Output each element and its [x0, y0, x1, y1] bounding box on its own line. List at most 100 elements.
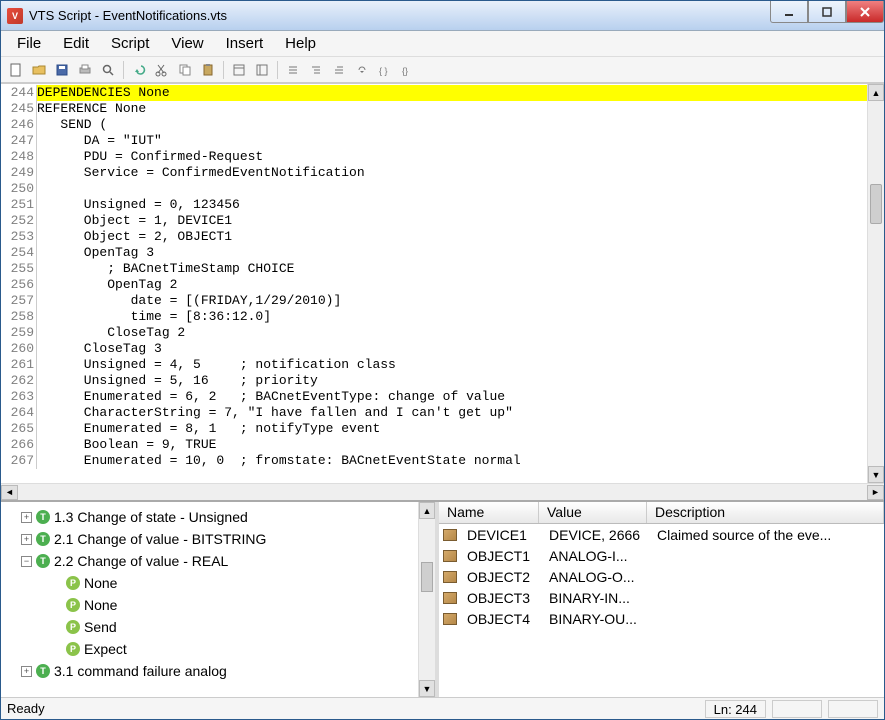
editor-vscroll[interactable]: ▲ ▼	[867, 84, 884, 483]
tree-label: 1.3 Change of state - Unsigned	[54, 509, 248, 525]
table-row[interactable]: OBJECT3BINARY-IN...	[439, 587, 884, 608]
code-line[interactable]: Service = ConfirmedEventNotification	[37, 165, 867, 181]
print-icon[interactable]	[74, 59, 96, 81]
collapse-icon[interactable]	[21, 556, 32, 567]
code-line[interactable]: Boolean = 9, TRUE	[37, 437, 867, 453]
tree-item[interactable]: PSend	[51, 616, 416, 638]
tree-item[interactable]: T2.1 Change of value - BITSTRING	[21, 528, 416, 550]
paste-icon[interactable]	[197, 59, 219, 81]
code-line[interactable]: Unsigned = 0, 123456	[37, 197, 867, 213]
minimize-button[interactable]	[770, 1, 808, 23]
new-icon[interactable]	[5, 59, 27, 81]
scroll-up-icon[interactable]: ▲	[868, 84, 884, 101]
code-line[interactable]: Unsigned = 4, 5 ; notification class	[37, 357, 867, 373]
code-line[interactable]: DA = "IUT"	[37, 133, 867, 149]
cell-desc: Claimed source of the eve...	[649, 526, 884, 544]
table-row[interactable]: OBJECT2ANALOG-O...	[439, 566, 884, 587]
table-body[interactable]: DEVICE1DEVICE, 2666Claimed source of the…	[439, 524, 884, 697]
tree-item[interactable]: P None	[51, 572, 416, 594]
menu-script[interactable]: Script	[101, 32, 159, 55]
tree-item[interactable]: T2.2 Change of value - REAL	[21, 550, 416, 572]
menu-edit[interactable]: Edit	[53, 32, 99, 55]
code-line[interactable]: Object = 1, DEVICE1	[37, 213, 867, 229]
find-icon[interactable]	[97, 59, 119, 81]
code-line[interactable]: DEPENDENCIES None	[37, 85, 867, 101]
titlebar[interactable]: V VTS Script - EventNotifications.vts	[1, 1, 884, 31]
table-row[interactable]: OBJECT1ANALOG-I...	[439, 545, 884, 566]
cell-value: ANALOG-I...	[541, 547, 649, 565]
tool-b-icon[interactable]	[251, 59, 273, 81]
code-line[interactable]: Unsigned = 5, 16 ; priority	[37, 373, 867, 389]
code-line[interactable]	[37, 181, 867, 197]
code-content[interactable]: DEPENDENCIES NoneREFERENCE None SEND ( D…	[37, 84, 867, 483]
tree-pane: T 1.3 Change of state - Unsigned T2.1 Chan…	[1, 502, 439, 697]
tool-a-icon[interactable]	[228, 59, 250, 81]
col-name[interactable]: Name	[439, 502, 539, 523]
expand-icon[interactable]	[21, 666, 32, 677]
code-line[interactable]: Enumerated = 10, 0 ; fromstate: BACnetEv…	[37, 453, 867, 469]
scroll-down-icon[interactable]: ▼	[419, 680, 435, 697]
close-button[interactable]	[846, 1, 884, 23]
code-line[interactable]: SEND (	[37, 117, 867, 133]
part-icon: P	[66, 598, 80, 612]
table-row[interactable]: DEVICE1DEVICE, 2666Claimed source of the…	[439, 524, 884, 545]
scroll-left-icon[interactable]: ◄	[1, 485, 18, 500]
scroll-up-icon[interactable]: ▲	[419, 502, 435, 519]
code-line[interactable]: CharacterString = 7, "I have fallen and …	[37, 405, 867, 421]
menu-file[interactable]: File	[7, 32, 51, 55]
part-icon: P	[66, 576, 80, 590]
tool-d-icon[interactable]	[305, 59, 327, 81]
tree-body[interactable]: T 1.3 Change of state - Unsigned T2.1 Chan…	[1, 502, 418, 697]
scroll-right-icon[interactable]: ►	[867, 485, 884, 500]
col-desc[interactable]: Description	[647, 502, 884, 523]
status-pane2	[772, 700, 822, 718]
menu-help[interactable]: Help	[275, 32, 326, 55]
code-line[interactable]: ; BACnetTimeStamp CHOICE	[37, 261, 867, 277]
table-row[interactable]: OBJECT4BINARY-OU...	[439, 608, 884, 629]
maximize-button[interactable]	[808, 1, 846, 23]
editor-hscroll[interactable]: ◄ ►	[1, 483, 884, 500]
expand-icon[interactable]	[21, 512, 32, 523]
open-icon[interactable]	[28, 59, 50, 81]
cut-icon[interactable]	[151, 59, 173, 81]
tool-c-icon[interactable]	[282, 59, 304, 81]
object-icon	[443, 571, 457, 583]
test-icon: T	[36, 510, 50, 524]
tool-h-icon[interactable]: {}	[397, 59, 419, 81]
undo-icon[interactable]	[128, 59, 150, 81]
code-line[interactable]: REFERENCE None	[37, 101, 867, 117]
code-line[interactable]: Enumerated = 8, 1 ; notifyType event	[37, 421, 867, 437]
tree-item[interactable]: T3.1 command failure analog	[21, 660, 416, 682]
code-line[interactable]: date = [(FRIDAY,1/29/2010)]	[37, 293, 867, 309]
scroll-thumb[interactable]	[421, 562, 433, 592]
menu-view[interactable]: View	[161, 32, 213, 55]
tree-label: None	[84, 575, 117, 591]
tool-f-icon[interactable]	[351, 59, 373, 81]
tree-item[interactable]: P None	[51, 594, 416, 616]
code-editor[interactable]: 2442452462472482492502512522532542552562…	[1, 83, 884, 483]
tool-e-icon[interactable]	[328, 59, 350, 81]
code-line[interactable]: time = [8:36:12.0]	[37, 309, 867, 325]
save-icon[interactable]	[51, 59, 73, 81]
cell-value: BINARY-IN...	[541, 589, 649, 607]
tree-label: None	[84, 597, 117, 613]
menu-insert[interactable]: Insert	[216, 32, 274, 55]
code-line[interactable]: CloseTag 2	[37, 325, 867, 341]
tree-item[interactable]: T 1.3 Change of state - Unsigned	[21, 506, 416, 528]
tree-vscroll[interactable]: ▲ ▼	[418, 502, 435, 697]
copy-icon[interactable]	[174, 59, 196, 81]
col-value[interactable]: Value	[539, 502, 647, 523]
code-line[interactable]: Enumerated = 6, 2 ; BACnetEventType: cha…	[37, 389, 867, 405]
tool-g-icon[interactable]: { }	[374, 59, 396, 81]
code-line[interactable]: OpenTag 3	[37, 245, 867, 261]
code-line[interactable]: PDU = Confirmed-Request	[37, 149, 867, 165]
code-line[interactable]: CloseTag 3	[37, 341, 867, 357]
cell-desc	[649, 618, 884, 620]
status-text: Ready	[7, 701, 45, 716]
scroll-down-icon[interactable]: ▼	[868, 466, 884, 483]
code-line[interactable]: OpenTag 2	[37, 277, 867, 293]
code-line[interactable]: Object = 2, OBJECT1	[37, 229, 867, 245]
tree-item[interactable]: PExpect	[51, 638, 416, 660]
scroll-thumb[interactable]	[870, 184, 882, 224]
expand-icon[interactable]	[21, 534, 32, 545]
